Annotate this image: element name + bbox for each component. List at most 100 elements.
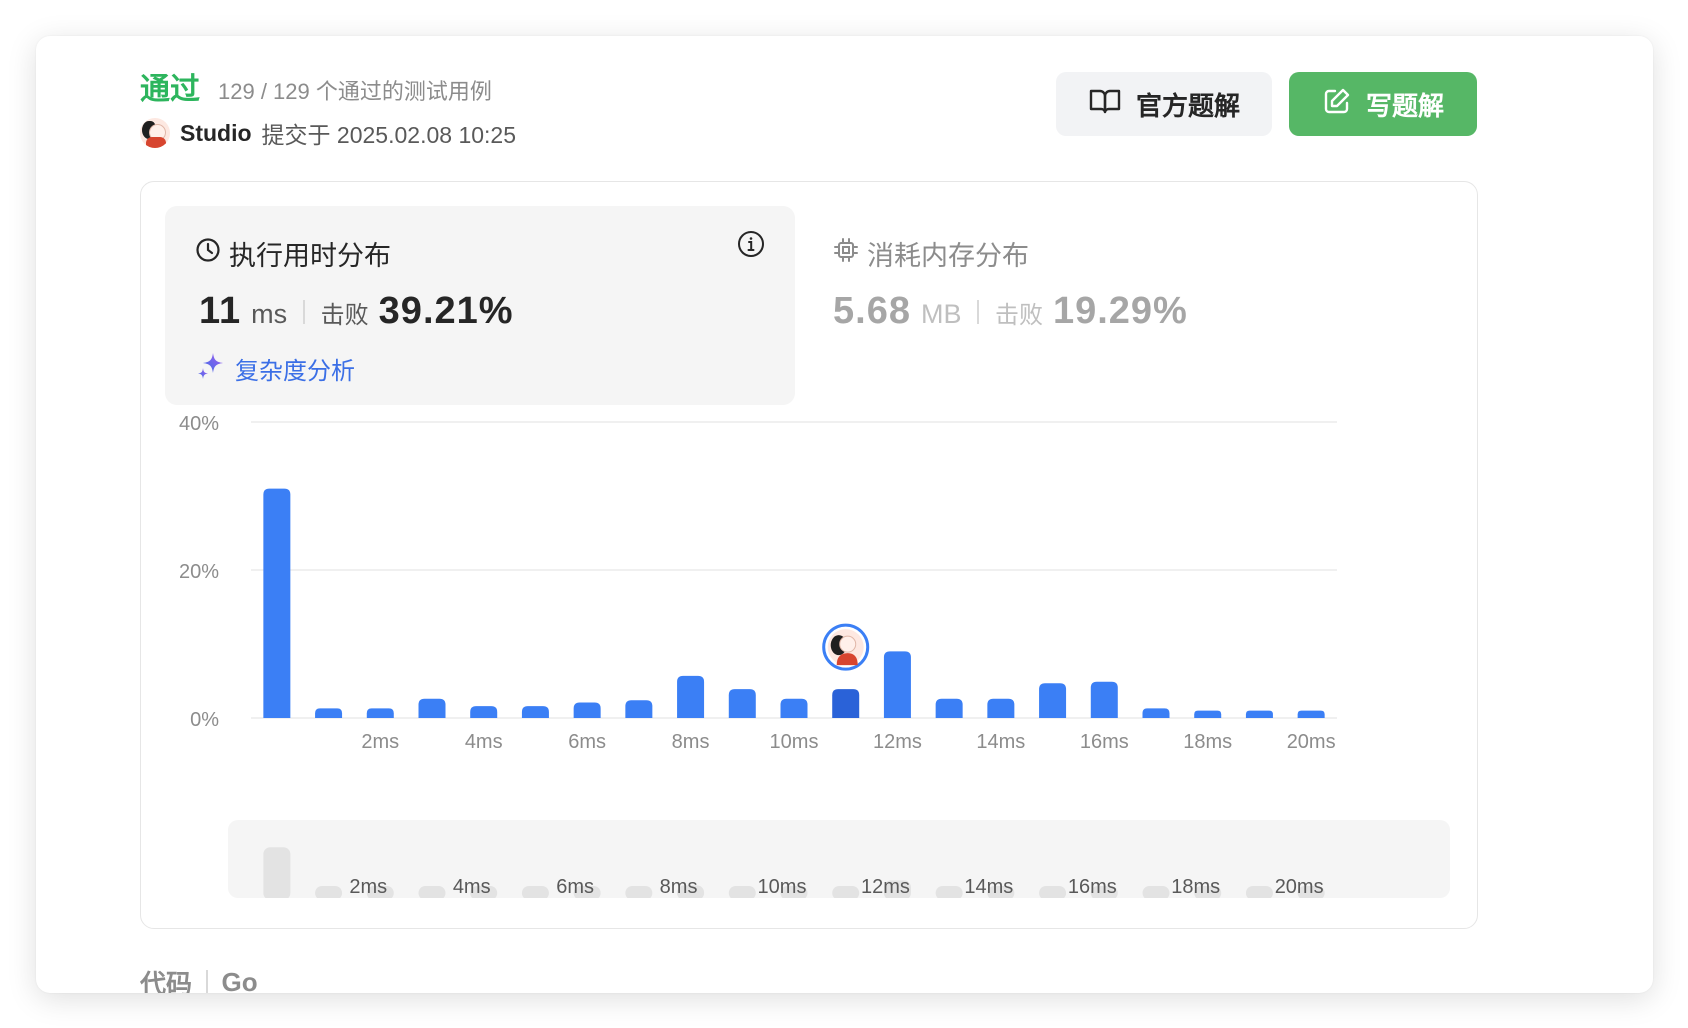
marker-face	[839, 635, 857, 653]
official-solution-button[interactable]: 官方题解	[1056, 72, 1272, 136]
minimap-tick-label: 4ms	[453, 876, 491, 898]
performance-panel: 执行用时分布 11 ms 击败 39.21% 复杂度分析 消耗内存分布 5.68…	[140, 181, 1478, 929]
y-tick-label: 40%	[179, 413, 219, 435]
username[interactable]: Studio	[180, 120, 252, 147]
memory-title-text: 消耗内存分布	[867, 241, 1029, 271]
memory-stat-box[interactable]: 消耗内存分布 5.68 MB 击败 19.29%	[833, 206, 1393, 405]
test-cases-count: 129 / 129 个通过的测试用例	[218, 79, 492, 104]
x-tick-label: 14ms	[976, 731, 1025, 753]
status-row: 通过 129 / 129 个通过的测试用例	[140, 64, 492, 108]
chart-bar	[1090, 681, 1118, 718]
chart-bar	[1245, 710, 1273, 718]
y-tick-label: 0%	[190, 709, 219, 731]
x-tick-label: 10ms	[770, 731, 819, 753]
minimap-tick-label: 8ms	[660, 876, 698, 898]
chart-bar	[780, 698, 808, 718]
runtime-unit: ms	[251, 299, 288, 329]
memory-unit: MB	[920, 299, 962, 329]
x-tick-label: 6ms	[568, 731, 606, 753]
memory-value: 5.68	[833, 290, 911, 332]
minimap-tick-label: 10ms	[758, 876, 807, 898]
chart-bar	[987, 698, 1015, 718]
submitter-row: Studio 提交于 2025.02.08 10:25	[140, 116, 516, 150]
write-solution-button[interactable]: 写题解	[1289, 72, 1477, 136]
divider	[206, 969, 208, 993]
minimap-tick-label: 2ms	[349, 876, 387, 898]
chart-bar	[573, 702, 601, 718]
x-tick-label: 8ms	[672, 731, 710, 753]
memory-metric: 5.68 MB 击败 19.29%	[833, 290, 1188, 333]
minimap-tick-label: 14ms	[964, 876, 1013, 898]
code-label: 代码	[140, 969, 193, 993]
memory-title: 消耗内存分布	[833, 234, 1029, 273]
chart-bar	[935, 698, 963, 718]
minimap-tick-label: 20ms	[1275, 876, 1324, 898]
chart-bar	[1194, 710, 1222, 718]
minimap-bar	[625, 886, 653, 900]
chart-bar	[263, 488, 291, 718]
minimap-tick-label: 18ms	[1171, 876, 1220, 898]
chart-bar	[1039, 683, 1067, 718]
sparkle-icon	[197, 351, 225, 386]
x-tick-label: 4ms	[465, 731, 503, 753]
minimap-tick-label: 16ms	[1068, 876, 1117, 898]
minimap-tick-label: 12ms	[861, 876, 910, 898]
minimap-bar	[315, 886, 343, 900]
chart-bar	[418, 698, 446, 718]
complexity-analysis-link[interactable]: 复杂度分析	[197, 351, 355, 386]
x-tick-label: 18ms	[1183, 731, 1232, 753]
official-solution-label: 官方题解	[1135, 90, 1240, 121]
code-language[interactable]: Go	[222, 967, 258, 993]
chip-icon	[833, 237, 859, 270]
divider	[303, 299, 305, 324]
clock-icon	[195, 237, 221, 270]
minimap-tick-label: 6ms	[556, 876, 594, 898]
runtime-stat-box[interactable]: 执行用时分布 11 ms 击败 39.21% 复杂度分析	[165, 206, 795, 405]
x-tick-label: 16ms	[1080, 731, 1129, 753]
x-tick-label: 20ms	[1287, 731, 1336, 753]
memory-beat-label: 击败	[994, 302, 1043, 329]
chart-bar	[625, 700, 653, 718]
x-tick-label: 12ms	[873, 731, 922, 753]
minimap-bar	[832, 886, 860, 900]
submission-card: 通过 129 / 129 个通过的测试用例 Studio 提交于 2025.02…	[36, 36, 1653, 993]
chart-bar	[728, 689, 756, 718]
runtime-beat-percent: 39.21%	[378, 290, 514, 332]
chart-bar	[832, 689, 860, 718]
runtime-metric: 11 ms 击败 39.21%	[199, 290, 514, 333]
complexity-analysis-label: 复杂度分析	[235, 358, 355, 385]
minimap-bar	[418, 886, 446, 900]
runtime-title: 执行用时分布	[195, 234, 391, 273]
chart-bar	[315, 708, 343, 718]
minimap-bar	[1142, 886, 1170, 900]
chart-bar	[677, 675, 705, 718]
chart-bar	[470, 706, 498, 718]
book-icon	[1088, 87, 1122, 122]
minimap-bar	[521, 886, 549, 900]
submit-time: 提交于 2025.02.08 10:25	[261, 122, 516, 148]
chart-bar	[1142, 708, 1170, 718]
chart-bar	[366, 708, 394, 718]
y-tick-label: 20%	[179, 561, 219, 583]
info-icon[interactable]	[737, 230, 765, 263]
runtime-distribution-chart[interactable]: 0% 20% 40% 2ms 4ms 6ms 8ms 10ms 12ms 14ms 16ms 18ms…	[141, 412, 1477, 772]
chart-range-slider[interactable]: 2ms 4ms 6ms 8ms 10ms 12ms 14ms 16ms 18ms 20ms	[228, 820, 1450, 900]
runtime-title-text: 执行用时分布	[229, 241, 391, 271]
user-marker-avatar	[822, 623, 870, 671]
chart-bar	[883, 651, 911, 718]
avatar[interactable]	[140, 118, 170, 148]
minimap-bar	[1245, 886, 1273, 900]
minimap-chart: 2ms 4ms 6ms 8ms 10ms 12ms 14ms 16ms 18ms 20ms	[263, 847, 1325, 900]
minimap-bar	[935, 886, 963, 900]
runtime-value: 11	[199, 290, 242, 332]
chart-bar	[1297, 710, 1325, 718]
memory-beat-percent: 19.29%	[1052, 290, 1188, 332]
minimap-bar	[1039, 886, 1067, 900]
code-header: 代码 Go	[140, 964, 258, 993]
minimap-bar	[263, 847, 291, 900]
x-tick-label: 2ms	[361, 731, 399, 753]
status-label: 通过	[140, 73, 200, 106]
chart-bar	[521, 706, 549, 718]
edit-icon	[1322, 86, 1352, 123]
divider	[977, 299, 979, 324]
